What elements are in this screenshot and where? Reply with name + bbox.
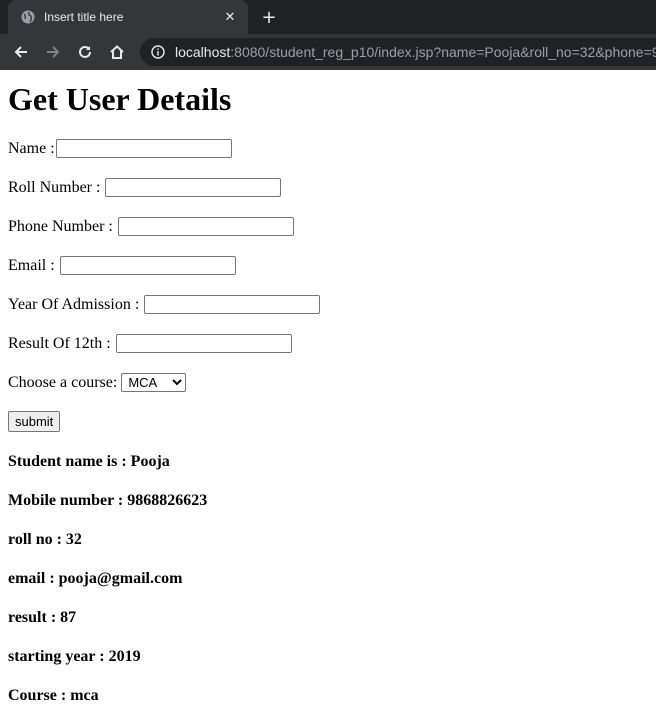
name-row: Name :	[8, 138, 648, 159]
reload-icon	[79, 45, 91, 58]
tab-title: Insert title here	[44, 10, 124, 24]
phone-label: Phone Number :	[8, 218, 113, 235]
name-label: Name :	[8, 140, 55, 157]
result-course: Course : mca	[8, 687, 99, 704]
home-button[interactable]	[105, 40, 129, 64]
arrow-right-icon	[47, 46, 60, 58]
page-title: Get User Details	[8, 81, 232, 117]
browser-tab[interactable]: Insert title here ✕	[8, 0, 248, 34]
page-content: Get User Details Name : Roll Number : Ph…	[0, 82, 656, 706]
result-input[interactable]	[115, 334, 292, 353]
info-icon[interactable]	[150, 44, 166, 60]
email-row: Email :	[8, 255, 648, 276]
roll-number-input[interactable]	[105, 178, 282, 197]
url-path: :8080/student_reg_p10/index.jsp?name=Poo…	[230, 44, 656, 60]
address-bar[interactable]: localhost:8080/student_reg_p10/index.jsp…	[140, 38, 656, 66]
result-email: email : pooja@gmail.com	[8, 570, 183, 587]
name-input[interactable]	[55, 139, 232, 158]
submit-row: submit	[8, 411, 648, 432]
course-label: Choose a course:	[8, 374, 118, 391]
forward-button[interactable]	[41, 40, 65, 64]
roll-row: Roll Number :	[8, 177, 648, 198]
globe-icon	[21, 10, 35, 24]
url-host: localhost	[175, 44, 231, 60]
year-row: Year Of Admission :	[8, 294, 648, 315]
submit-button[interactable]: submit	[8, 411, 61, 432]
new-tab-button[interactable]: +	[258, 6, 280, 28]
email-input[interactable]	[59, 256, 236, 275]
year-label: Year Of Admission :	[8, 296, 140, 313]
course-row: Choose a course: MCA	[8, 372, 648, 393]
course-select[interactable]: MCA	[121, 373, 187, 392]
back-button[interactable]	[9, 40, 33, 64]
result-starting-year: starting year : 2019	[8, 648, 141, 665]
result-roll-no: roll no : 32	[8, 531, 82, 548]
phone-input[interactable]	[117, 217, 294, 236]
home-icon	[110, 45, 124, 59]
arrow-left-icon	[14, 46, 27, 58]
tab-strip: Insert title here ✕ +	[0, 0, 656, 34]
result-student-name: Student name is : Pooja	[8, 453, 170, 470]
url-text: localhost:8080/student_reg_p10/index.jsp…	[175, 44, 656, 60]
browser-chrome: Insert title here ✕ + localhost:8080/stu…	[0, 0, 656, 70]
result-label: Result Of 12th :	[8, 335, 111, 352]
phone-row: Phone Number :	[8, 216, 648, 237]
result-mobile: Mobile number : 9868826623	[8, 492, 208, 509]
result-row: Result Of 12th :	[8, 333, 648, 354]
close-tab-icon[interactable]: ✕	[222, 9, 238, 25]
email-label: Email :	[8, 257, 55, 274]
year-of-admission-input[interactable]	[144, 295, 321, 314]
reload-button[interactable]	[73, 40, 97, 64]
result-score: result : 87	[8, 609, 77, 626]
results-list: Student name is : Pooja Mobile number : …	[8, 451, 648, 706]
roll-label: Roll Number :	[8, 179, 101, 196]
